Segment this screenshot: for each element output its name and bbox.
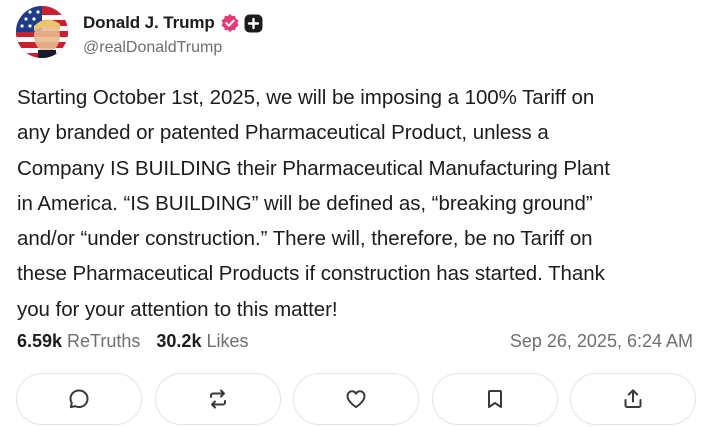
- retruth-button[interactable]: [154, 373, 281, 425]
- share-button[interactable]: [570, 373, 696, 425]
- post-card: Donald J. Trump @realDonaldTrump Startin…: [0, 0, 708, 427]
- post-line: any branded or patented Pharmaceutical P…: [17, 121, 549, 145]
- reply-button[interactable]: [16, 373, 142, 425]
- likes-count[interactable]: 30.2k: [156, 331, 201, 352]
- share-icon: [624, 389, 642, 408]
- retruth-icon: [209, 389, 226, 409]
- like-button[interactable]: [293, 373, 419, 425]
- retruths-label[interactable]: ReTruths: [67, 331, 140, 352]
- post-line: Starting October 1st, 2025, we will be i…: [17, 86, 595, 109]
- post-body: Starting October 1st, 2025, we will be i…: [17, 80, 697, 327]
- like-icon: [346, 390, 366, 408]
- post-line: and/or “under construction.” There will,…: [17, 227, 593, 251]
- bookmark-button[interactable]: [431, 373, 558, 425]
- bookmark-icon: [487, 390, 502, 408]
- post-line: Company IS BUILDING their Pharmaceutical…: [17, 156, 610, 180]
- verified-badge-icon: [220, 13, 240, 33]
- post-stats: 6.59k ReTruths 30.2k Likes Sep 26, 2025,…: [17, 329, 693, 353]
- avatar[interactable]: [16, 6, 68, 58]
- action-bar: [16, 373, 696, 425]
- retruths-count[interactable]: 6.59k: [17, 331, 62, 352]
- plus-badge-icon: [244, 14, 263, 33]
- likes-label[interactable]: Likes: [206, 331, 248, 352]
- post-line: in America. “IS BUILDING” will be define…: [17, 191, 593, 215]
- name-row: Donald J. Trump: [83, 12, 263, 34]
- post-header: Donald J. Trump @realDonaldTrump: [16, 6, 263, 58]
- post-line: these Pharmaceutical Products if constru…: [17, 262, 605, 286]
- post-timestamp[interactable]: Sep 26, 2025, 6:24 AM: [510, 331, 693, 352]
- author-identity: Donald J. Trump @realDonaldTrump: [83, 12, 263, 57]
- display-name[interactable]: Donald J. Trump: [83, 13, 215, 33]
- avatar-image: [16, 6, 68, 58]
- post-line: you for your attention to this matter!: [17, 297, 338, 321]
- reply-icon: [69, 389, 89, 409]
- handle[interactable]: @realDonaldTrump: [83, 39, 263, 57]
